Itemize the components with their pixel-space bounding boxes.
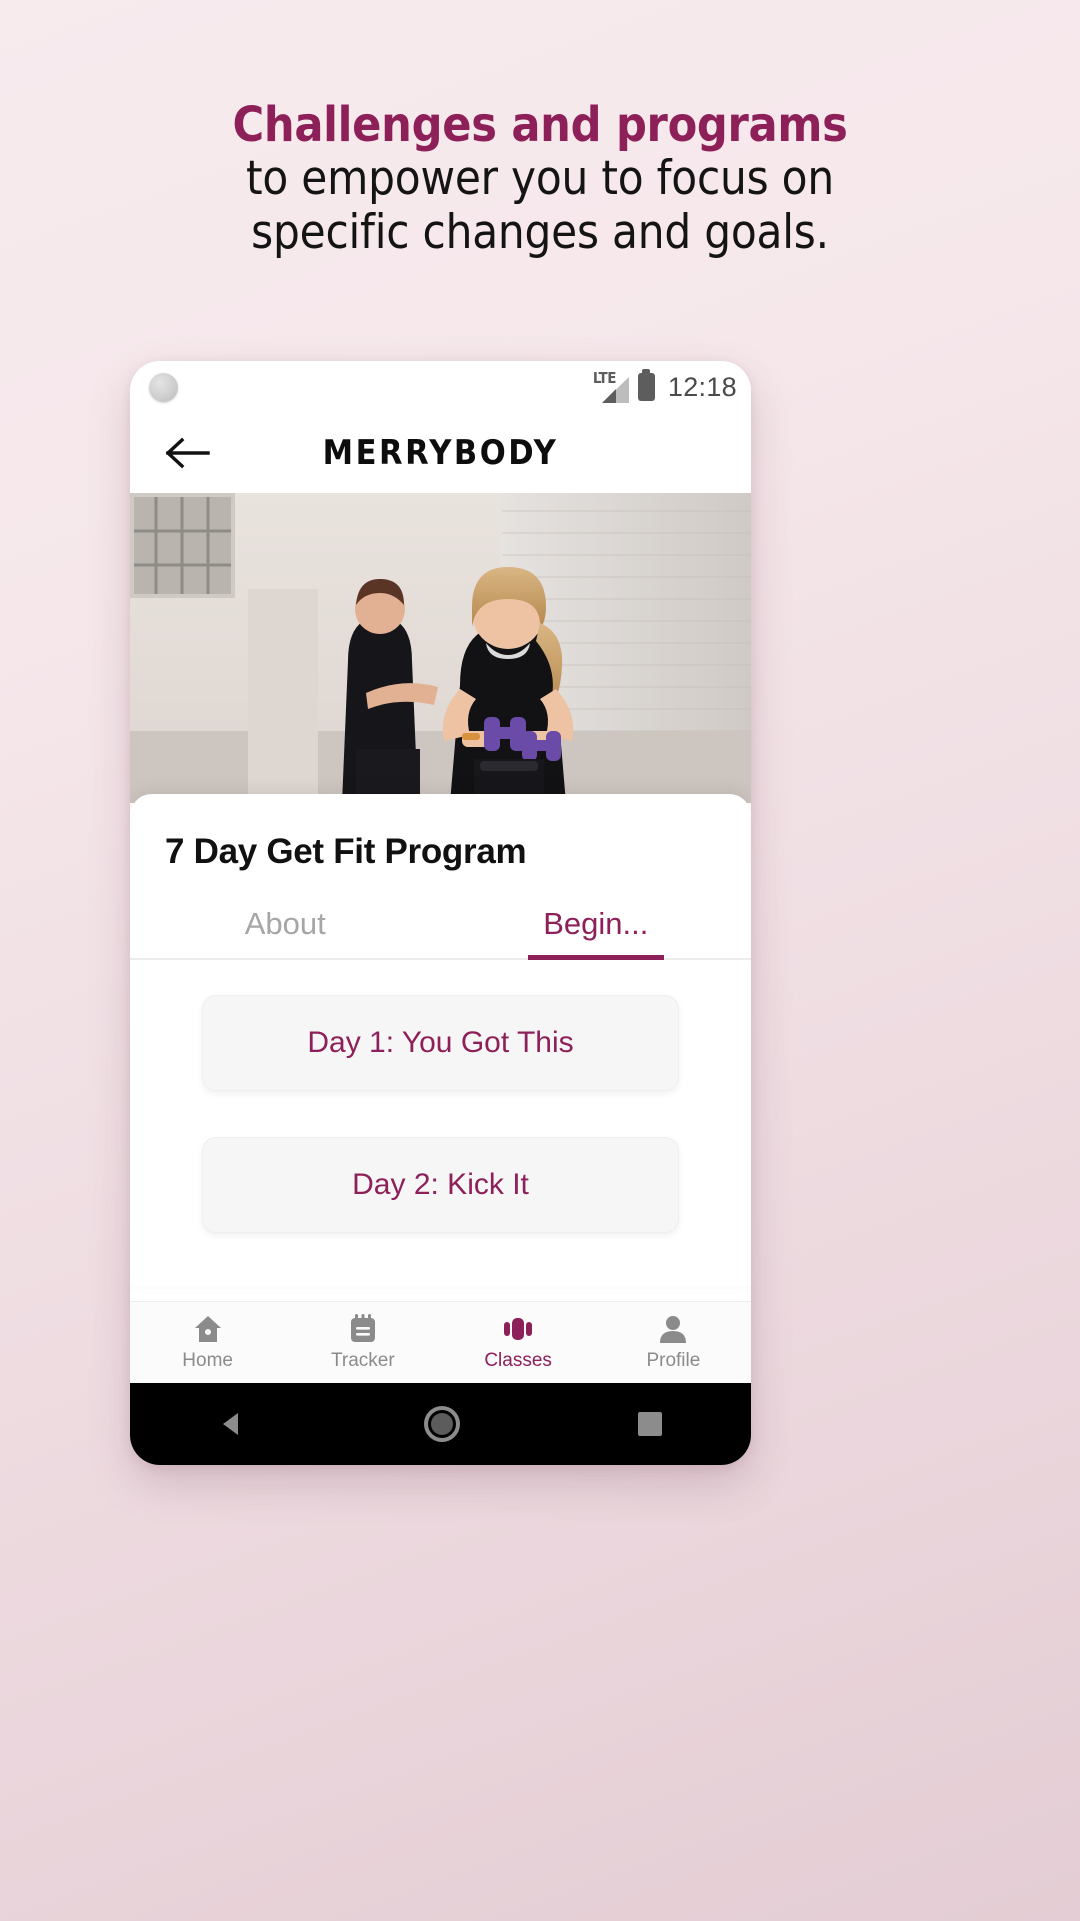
tab-begin[interactable]: Begin...	[441, 906, 752, 958]
status-bar: LTE 12:18	[130, 361, 751, 413]
nav-label-classes: Classes	[484, 1350, 552, 1371]
nav-label-tracker: Tracker	[331, 1350, 395, 1371]
back-arrow-icon[interactable]	[165, 437, 212, 469]
classes-icon	[504, 1318, 533, 1340]
program-tabs: About Begin...	[130, 906, 751, 960]
promo-headline-line-1: Challenges and programs	[232, 97, 848, 153]
day-item-1[interactable]: Day 1: You Got This	[202, 995, 679, 1091]
signal-bars-icon: LTE	[593, 369, 629, 404]
app-title: MERRYBODY	[322, 433, 559, 473]
phone-mockup: LTE 12:18 MERRYBODY 7 Day Get Fit Progra…	[130, 361, 751, 1465]
android-recents-icon[interactable]	[635, 1409, 665, 1439]
nav-item-profile[interactable]: Profile	[596, 1302, 751, 1383]
front-camera-icon	[149, 373, 178, 402]
program-title: 7 Day Get Fit Program	[165, 832, 527, 871]
nav-item-home[interactable]: Home	[130, 1302, 285, 1383]
nav-item-tracker[interactable]: Tracker	[285, 1302, 440, 1383]
nav-label-profile: Profile	[646, 1350, 701, 1371]
promo-headline-line-2: to empower you to focus on	[246, 151, 834, 206]
android-back-icon[interactable]	[217, 1408, 249, 1440]
program-card: 7 Day Get Fit Program About Begin... Day…	[130, 794, 751, 1286]
program-day-list: Day 1: You Got This Day 2: Kick It	[130, 960, 751, 1233]
status-bar-indicators: LTE 12:18	[593, 369, 737, 404]
android-system-bar	[130, 1383, 751, 1465]
nav-label-home: Home	[182, 1350, 233, 1371]
tracker-icon	[350, 1314, 375, 1342]
day-item-2[interactable]: Day 2: Kick It	[202, 1137, 679, 1233]
battery-full-icon	[637, 369, 655, 401]
android-home-icon[interactable]	[422, 1404, 462, 1444]
hero-image	[130, 493, 751, 803]
promo-headline-line-3: specific changes and goals.	[251, 205, 829, 260]
status-bar-clock: 12:18	[667, 371, 737, 402]
tab-about[interactable]: About	[130, 906, 441, 958]
home-icon	[194, 1316, 221, 1342]
bottom-navigation: Home Tracker Classes Profile	[130, 1301, 751, 1383]
nav-item-classes[interactable]: Classes	[441, 1302, 596, 1383]
profile-icon	[660, 1316, 687, 1343]
app-bar: MERRYBODY	[130, 413, 751, 493]
promo-headline: Challenges and programs to empower you t…	[0, 98, 1080, 260]
